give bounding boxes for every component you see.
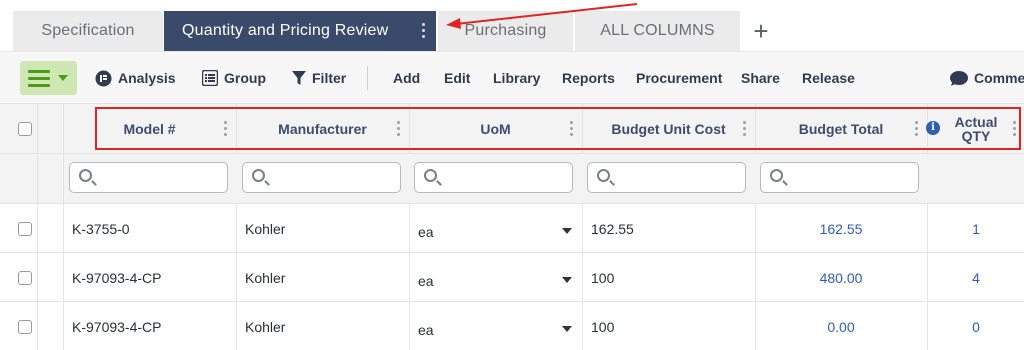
row-checkbox[interactable]: [18, 222, 32, 236]
column-divider: [63, 154, 64, 204]
model-cell[interactable]: K-97093-4-CP: [72, 302, 162, 350]
budget-total-value[interactable]: 0.00: [756, 302, 926, 350]
group-button[interactable]: Group: [202, 52, 266, 104]
column-divider: [236, 204, 237, 253]
budget-total-filter-field[interactable]: [791, 167, 912, 189]
procurement-button[interactable]: Procurement: [636, 52, 722, 104]
column-divider: [63, 253, 64, 302]
release-label: Release: [802, 70, 855, 86]
column-divider: [582, 204, 583, 253]
table-row[interactable]: K-97093-4-CP Kohler ea 100 480.00 4: [0, 253, 1024, 302]
filter-icon: [292, 70, 306, 85]
toolbar-divider: [367, 66, 368, 90]
dropdown-caret-icon[interactable]: [562, 228, 572, 234]
model-cell[interactable]: K-3755-0: [72, 204, 130, 253]
analysis-button[interactable]: Analysis: [95, 52, 176, 104]
comments-label: Comme: [974, 70, 1024, 86]
column-divider: [37, 154, 38, 204]
column-divider: [63, 204, 64, 253]
column-divider: [37, 302, 38, 350]
edit-label: Edit: [444, 70, 471, 86]
manufacturer-cell[interactable]: Kohler: [245, 302, 285, 350]
edit-button[interactable]: Edit: [444, 52, 470, 104]
row-checkbox[interactable]: [18, 271, 32, 285]
toolbar: Analysis Group Filter Add Edit Library R…: [0, 51, 1024, 103]
model-filter-field[interactable]: [100, 167, 221, 189]
add-button[interactable]: Add: [393, 52, 420, 104]
column-divider: [37, 104, 38, 154]
column-divider: [236, 253, 237, 302]
budget-total-value[interactable]: 162.55: [756, 204, 926, 253]
filter-label: Filter: [312, 70, 347, 86]
uom-select[interactable]: ea: [418, 256, 434, 305]
search-icon: [252, 169, 265, 182]
release-button[interactable]: Release: [802, 52, 855, 104]
budget-unit-cost-cell[interactable]: 162.55: [591, 204, 634, 253]
manufacturer-filter-field[interactable]: [273, 167, 394, 189]
analysis-label: Analysis: [118, 70, 176, 86]
table-row[interactable]: K-97093-4-CP Kohler ea 100 0.00 0: [0, 302, 1024, 350]
column-divider: [236, 302, 237, 350]
actual-qty-link[interactable]: 1: [928, 204, 1024, 253]
manufacturer-cell[interactable]: Kohler: [245, 204, 285, 253]
group-icon: [202, 70, 218, 86]
dropdown-caret-icon[interactable]: [562, 277, 572, 283]
library-button[interactable]: Library: [493, 52, 540, 104]
share-button[interactable]: Share: [741, 52, 780, 104]
hamburger-icon: [28, 70, 50, 87]
add-label: Add: [393, 70, 421, 86]
analysis-icon: [95, 70, 112, 86]
manufacturer-filter-input[interactable]: [242, 162, 401, 193]
table-row[interactable]: K-3755-0 Kohler ea 162.55 162.55 1: [0, 204, 1024, 253]
share-label: Share: [741, 70, 780, 86]
select-all-checkbox[interactable]: [18, 122, 32, 136]
actual-qty-link[interactable]: 0: [928, 302, 1024, 350]
budget-unit-cost-cell[interactable]: 100: [591, 253, 614, 302]
column-divider: [582, 253, 583, 302]
model-filter-input[interactable]: [69, 162, 228, 193]
uom-select[interactable]: ea: [418, 207, 434, 256]
column-divider: [37, 253, 38, 302]
reports-label: Reports: [562, 70, 615, 86]
column-divider: [409, 204, 410, 253]
column-divider: [409, 302, 410, 350]
procurement-label: Procurement: [636, 70, 723, 86]
actual-qty-link[interactable]: 4: [928, 253, 1024, 302]
manufacturer-cell[interactable]: Kohler: [245, 253, 285, 302]
column-divider: [409, 253, 410, 302]
budget-total-value[interactable]: 480.00: [756, 253, 926, 302]
budget-unit-cost-filter-field[interactable]: [618, 167, 739, 189]
column-divider: [63, 302, 64, 350]
group-label: Group: [224, 70, 266, 86]
search-icon: [424, 169, 437, 182]
menu-button[interactable]: [20, 61, 77, 95]
chevron-down-icon: [58, 75, 68, 81]
budget-total-filter-input[interactable]: [760, 162, 919, 193]
library-label: Library: [493, 70, 541, 86]
uom-select[interactable]: ea: [418, 305, 434, 350]
comments-button[interactable]: Comme: [949, 52, 1024, 104]
uom-filter-input[interactable]: [414, 162, 573, 193]
search-icon: [597, 169, 610, 182]
search-icon: [770, 169, 783, 182]
uom-filter-field[interactable]: [445, 167, 566, 189]
comment-icon: [950, 70, 968, 86]
reports-button[interactable]: Reports: [562, 52, 615, 104]
row-checkbox[interactable]: [18, 320, 32, 334]
budget-unit-cost-filter-input[interactable]: [587, 162, 746, 193]
model-cell[interactable]: K-97093-4-CP: [72, 253, 162, 302]
column-divider: [37, 204, 38, 253]
filter-button[interactable]: Filter: [292, 52, 346, 104]
column-divider: [582, 302, 583, 350]
annotation-highlight-box: [95, 107, 1021, 150]
dropdown-caret-icon[interactable]: [562, 326, 572, 332]
filter-row: [0, 154, 1024, 204]
budget-unit-cost-cell[interactable]: 100: [591, 302, 614, 350]
search-icon: [79, 169, 92, 182]
